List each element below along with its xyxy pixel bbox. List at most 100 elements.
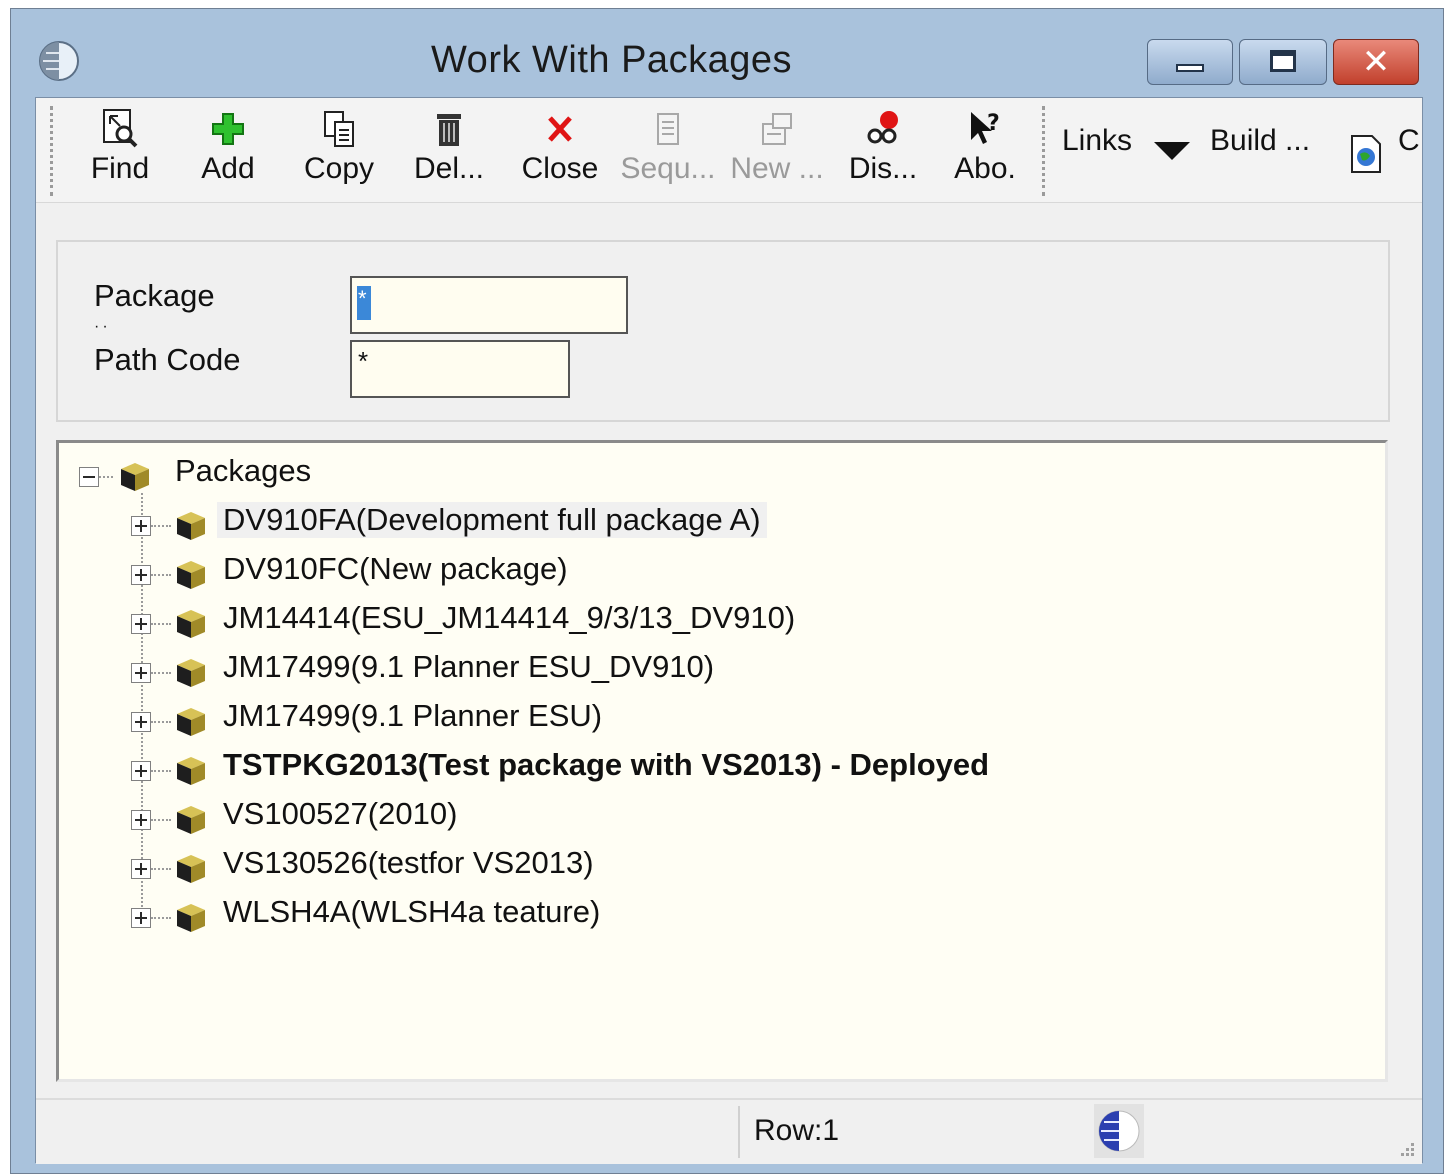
expand-icon[interactable] [131,810,151,830]
tree-connector [151,623,171,625]
display-icon [867,111,898,144]
tree-item-label: DV910FA(Development full package A) [217,502,767,538]
delete-label: Del... [413,152,485,185]
delete-icon [437,114,461,146]
resize-grip-icon[interactable] [1394,1136,1416,1158]
expand-icon[interactable] [131,859,151,879]
package-field-value: * [358,286,367,311]
package-icon [177,708,205,736]
expand-icon[interactable] [131,712,151,732]
title-bar[interactable]: Work With Packages ✕ [11,9,1443,99]
copy-label: Copy [303,152,375,185]
display-label: Dis... [848,152,918,185]
toolbar-grip[interactable] [50,106,56,196]
tree-item-label: JM17499(9.1 Planner ESU_DV910) [223,649,715,684]
add-button[interactable]: Add [196,108,260,198]
expand-icon[interactable] [131,761,151,781]
overflow-menu[interactable]: C [1398,124,1420,158]
tree-connector [151,819,171,821]
add-icon [212,113,244,145]
expand-icon[interactable] [131,516,151,536]
tree-item[interactable]: TSTPKG2013(Test package with VS2013) - D… [131,745,1131,789]
tree-item-label: TSTPKG2013(Test package with VS2013) - D… [223,747,990,782]
copy-icon [324,111,354,147]
close-label: Close [521,152,599,185]
tree-item[interactable]: VS130526(testfor VS2013) [131,843,1131,887]
toolbar: Find Add Copy Del... Close Sequ... New .… [36,98,1422,203]
tree-item[interactable]: JM17499(9.1 Planner ESU) [131,696,1131,740]
delete-button[interactable]: Del... [408,108,490,198]
package-icon [177,512,205,540]
new-icon [762,113,792,145]
copy-button[interactable]: Copy [298,108,380,198]
close-window-button[interactable]: ✕ [1333,39,1419,85]
expand-icon[interactable] [131,565,151,585]
tree-item[interactable]: JM14414(ESU_JM14414_9/3/13_DV910) [131,598,1131,642]
expand-icon[interactable] [131,614,151,634]
tree-item[interactable]: VS100527(2010) [131,794,1131,838]
new-label: New ... [730,152,824,185]
tree-connector [151,574,171,576]
display-button[interactable]: Dis... [842,108,924,198]
tree-item[interactable]: JM17499(9.1 Planner ESU_DV910) [131,647,1131,691]
close-x-icon [548,116,572,142]
tree-item[interactable]: DV910FC(New package) [131,549,1131,593]
packages-tree[interactable]: Packages DV910FA(Development full packag… [56,440,1388,1082]
maximize-button[interactable] [1239,39,1327,85]
package-icon [177,561,205,589]
expand-icon[interactable] [131,908,151,928]
jde-globe-icon[interactable] [37,39,81,83]
status-divider [738,1106,740,1158]
tree-connector [151,770,171,772]
chevron-down-icon[interactable] [1154,142,1190,160]
tree-connector [151,525,171,527]
tree-item-label: VS130526(testfor VS2013) [223,845,594,880]
minimize-button[interactable] [1147,39,1233,85]
document-globe-icon[interactable] [1348,134,1386,174]
package-field[interactable]: * [350,276,628,334]
find-button[interactable]: Find [82,108,158,198]
tree-connector [151,721,171,723]
find-icon [103,109,138,148]
jde-globe-icon [1094,1104,1144,1158]
about-button[interactable]: ? Abo. [948,108,1022,198]
sequence-icon [657,113,679,145]
tree-item-label: JM17499(9.1 Planner ESU) [223,698,603,733]
package-label: Package [94,278,215,313]
tree-connector [99,476,113,478]
sequence-label: Sequ... [620,152,716,185]
svg-text:?: ? [987,111,1000,136]
tree-item-label: WLSH4A(WLSH4a teature) [223,894,601,929]
tree-item-label: DV910FC(New package) [223,551,568,586]
collapse-icon[interactable] [79,467,99,487]
status-bar: Row:1 [36,1098,1422,1164]
links-menu[interactable]: Links [1062,124,1132,158]
tree-root-node[interactable]: Packages [79,451,479,495]
form-client-area: Find Add Copy Del... Close Sequ... New .… [35,97,1423,1164]
build-menu[interactable]: Build ... [1210,124,1310,158]
expand-icon[interactable] [131,663,151,683]
close-button[interactable]: Close [512,108,608,198]
add-label: Add [201,152,255,185]
tree-item[interactable]: WLSH4A(WLSH4a teature) [131,892,1131,936]
work-with-packages-window: Work With Packages ✕ Find Add Copy Del..… [10,8,1444,1174]
close-icon: ✕ [1361,42,1391,82]
sequence-button[interactable]: Sequ... [616,108,720,198]
tree-item[interactable]: DV910FA(Development full package A) [131,500,1131,544]
tree-connector [151,672,171,674]
tree-item-label: JM14414(ESU_JM14414_9/3/13_DV910) [223,600,796,635]
path-code-label: Path Code [94,342,241,377]
tree-root-label: Packages [175,453,312,488]
package-icon [177,855,205,883]
package-icon [177,757,205,785]
tree-item-label: VS100527(2010) [223,796,458,831]
row-indicator: Row:1 [754,1114,840,1147]
package-icon [177,904,205,932]
about-help-icon: ? [971,111,1000,144]
toolbar-grip[interactable] [1042,106,1048,196]
path-code-field[interactable]: * [350,340,570,398]
package-icon [177,659,205,687]
tree-connector [151,917,171,919]
window-title: Work With Packages [431,39,792,81]
new-button[interactable]: New ... [726,108,828,198]
